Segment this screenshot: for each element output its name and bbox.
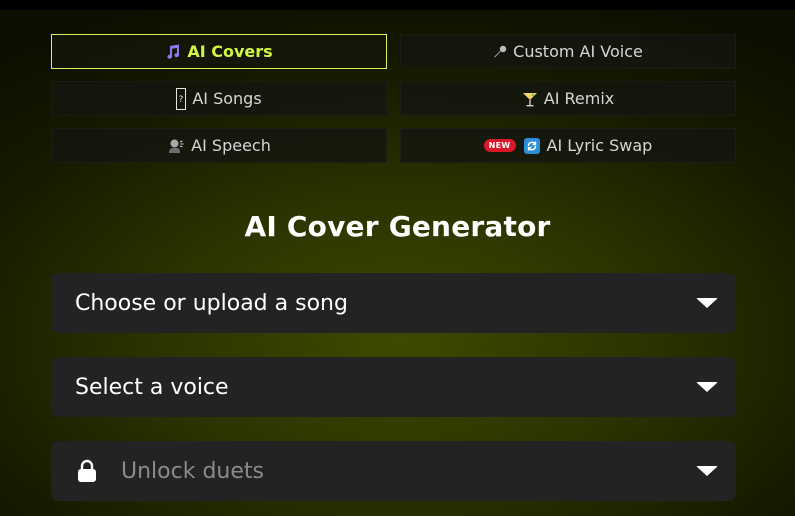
top-bar <box>0 0 795 10</box>
music-note-icon <box>165 44 181 60</box>
tab-ai-lyric-swap[interactable]: NEW AI Lyric Swap <box>400 128 736 163</box>
song-select[interactable]: Choose or upload a song <box>51 273 736 333</box>
tab-ai-speech[interactable]: AI Speech <box>51 128 387 163</box>
duets-select-label: Unlock duets <box>121 458 264 484</box>
mode-tabs: AI Covers Custom AI Voice ? AI Songs AI … <box>51 34 736 163</box>
chevron-down-icon <box>696 382 718 392</box>
page-title: AI Cover Generator <box>244 210 551 243</box>
speaking-head-icon <box>167 138 185 154</box>
tab-ai-songs[interactable]: ? AI Songs <box>51 81 387 116</box>
question-block-icon: ? <box>176 87 187 110</box>
voice-select-label: Select a voice <box>75 374 229 400</box>
voice-select[interactable]: Select a voice <box>51 357 736 417</box>
microphone-icon <box>493 45 507 59</box>
tab-ai-covers[interactable]: AI Covers <box>51 34 387 69</box>
chevron-down-icon <box>696 466 718 476</box>
tab-ai-remix[interactable]: AI Remix <box>400 81 736 116</box>
lock-icon <box>75 459 99 483</box>
song-select-label: Choose or upload a song <box>75 290 348 316</box>
sync-icon <box>523 137 540 154</box>
svg-text:?: ? <box>179 95 184 105</box>
cocktail-icon <box>522 91 538 107</box>
tab-label: AI Lyric Swap <box>546 136 653 155</box>
tab-label: AI Remix <box>543 89 615 108</box>
tab-label: AI Covers <box>187 42 273 61</box>
tab-label: Custom AI Voice <box>513 42 643 61</box>
chevron-down-icon <box>696 298 718 308</box>
new-badge: NEW <box>483 139 516 152</box>
tab-label: AI Songs <box>192 89 262 108</box>
tab-label: AI Speech <box>191 136 271 155</box>
tab-custom-ai-voice[interactable]: Custom AI Voice <box>400 34 736 69</box>
duets-select[interactable]: Unlock duets <box>51 441 736 501</box>
